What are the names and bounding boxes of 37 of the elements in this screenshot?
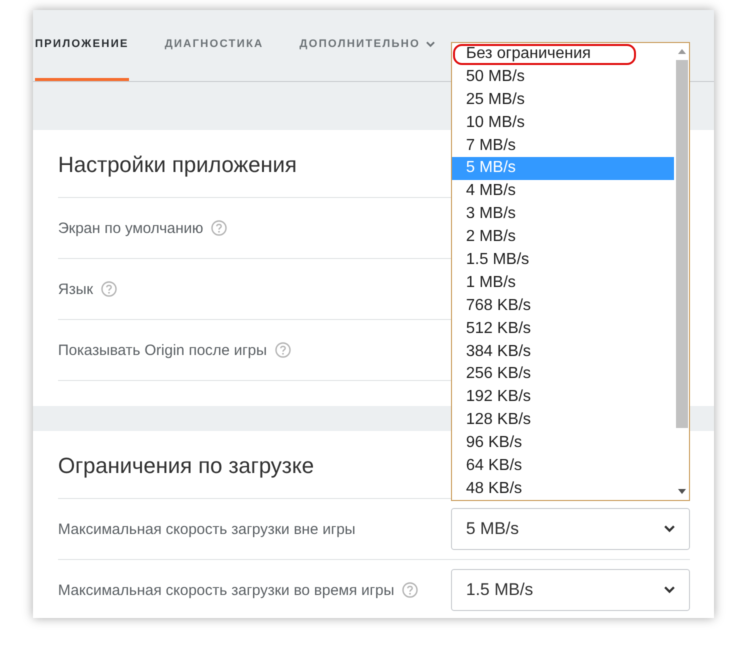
setting-label: Язык — [58, 280, 94, 298]
dropdown-list[interactable]: Без ограничения 50 MB/s 25 MB/s 10 MB/s 7 MB/s 5 MB/s 4 MB/s 3 MB/s 2 MB/s 1.5 MB/s 1 MB/s 768 KB/s 512 KB/s 384 KB/s 256 KB/s 192 KB/s 128 KB/s 96 KB/s 64 KB/s 48 KB/s — [451, 42, 690, 501]
select-field[interactable]: 1.5 MB/s — [451, 569, 690, 611]
dropdown-option[interactable]: 2 MB/s — [452, 226, 674, 250]
scroll-down-icon[interactable] — [678, 489, 686, 494]
dropdown-option[interactable]: 7 MB/s — [452, 134, 674, 158]
dropdown-option[interactable]: 3 MB/s — [452, 203, 674, 226]
dropdown-option[interactable]: 768 KB/s — [452, 294, 674, 318]
dropdown-option[interactable]: 64 KB/s — [452, 455, 674, 478]
select-field[interactable]: 5 MB/s — [451, 508, 690, 550]
dropdown-option[interactable]: 192 KB/s — [452, 386, 674, 410]
dropdown-option[interactable]: 1 MB/s — [452, 272, 674, 295]
scroll-thumb[interactable] — [676, 60, 688, 428]
dropdown-option[interactable]: 1.5 MB/s — [452, 249, 674, 272]
help-icon[interactable] — [274, 342, 291, 358]
dropdown-option[interactable]: 48 KB/s — [452, 478, 674, 500]
tab[interactable]: ДОПОЛНИТЕЛЬНО — [300, 32, 436, 81]
dropdown-option[interactable]: 50 MB/s — [452, 66, 674, 89]
setting-label: Экран по умолчанию — [58, 220, 204, 236]
chevron-icon — [664, 525, 675, 533]
tab[interactable]: ДИАГНОСТИКА — [164, 32, 264, 81]
chevron-icon — [664, 586, 675, 594]
dropdown-option[interactable]: 25 MB/s — [452, 88, 674, 112]
setting-label: Показывать Origin после игры — [58, 342, 267, 358]
help-icon[interactable] — [402, 582, 418, 598]
dropdown-option[interactable]: 96 KB/s — [452, 432, 674, 456]
help-icon[interactable] — [101, 281, 118, 297]
dropdown-option[interactable]: 256 KB/s — [452, 363, 674, 386]
scroll-up-icon[interactable] — [678, 49, 686, 54]
help-icon[interactable] — [211, 220, 228, 236]
tab[interactable]: ПРИЛОЖЕНИЕ — [35, 32, 129, 81]
setting-label: Максимальная скорость загрузки во время игры — [58, 582, 394, 598]
dropdown-option[interactable]: 512 KB/s — [452, 318, 674, 341]
setting-label: Максимальная скорость загрузки вне игры — [58, 520, 356, 538]
dropdown-option[interactable]: Без ограничения — [452, 43, 674, 66]
dropdown-option[interactable]: 384 KB/s — [452, 340, 674, 364]
dropdown-option[interactable]: 128 KB/s — [452, 409, 674, 432]
